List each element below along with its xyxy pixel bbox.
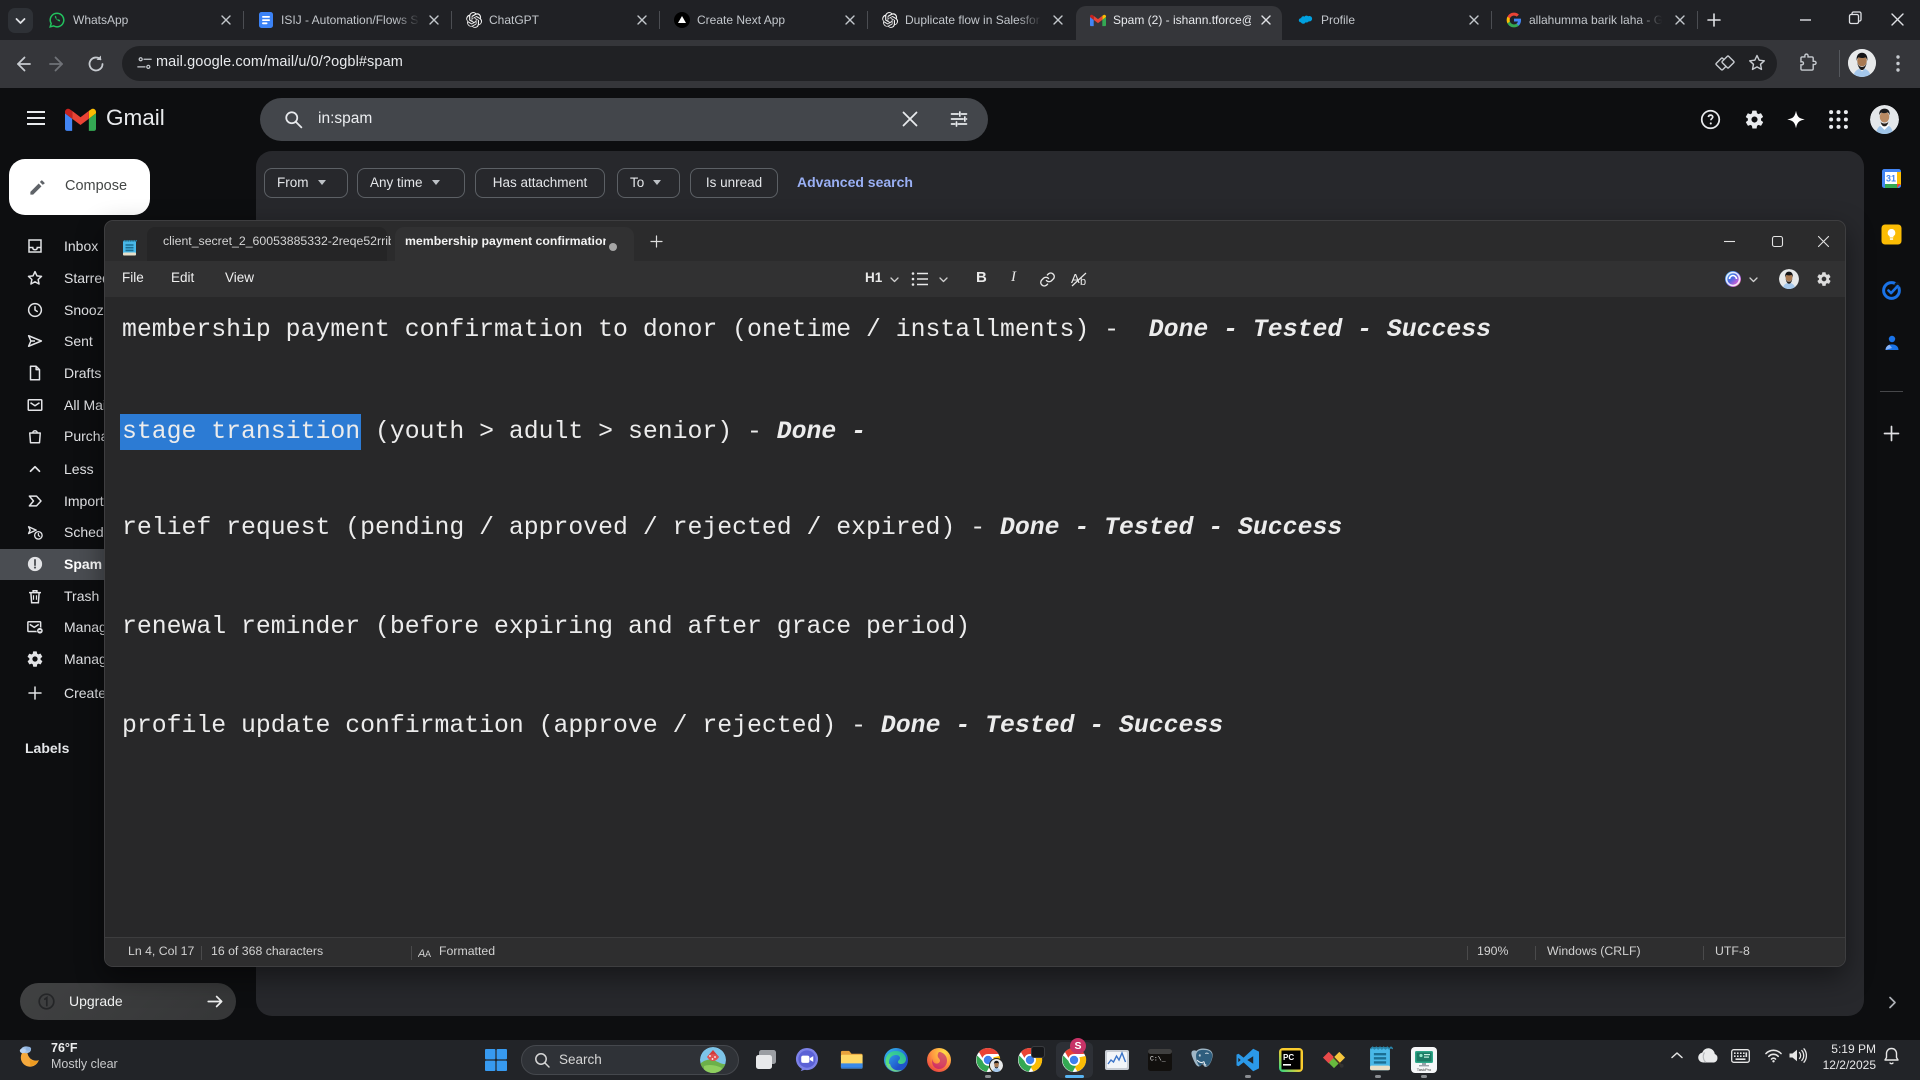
svg-text:C:\_: C:\_ xyxy=(1150,1056,1166,1063)
svg-text:A: A xyxy=(425,949,431,959)
svg-text:TaskPro: TaskPro xyxy=(1417,1067,1432,1072)
svg-text:31: 31 xyxy=(1886,174,1896,184)
svg-text:PC: PC xyxy=(1283,1053,1294,1062)
svg-text:A: A xyxy=(1071,271,1080,286)
